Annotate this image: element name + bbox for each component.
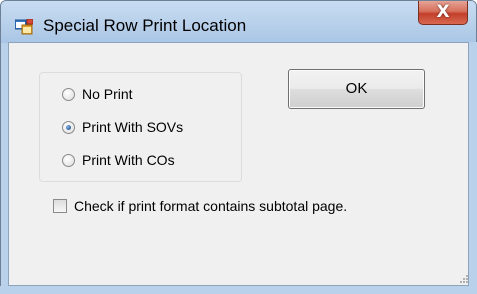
radio-label: Print With SOVs — [82, 119, 184, 135]
window-title: Special Row Print Location — [43, 16, 247, 35]
radio-option-no-print[interactable]: No Print — [62, 84, 133, 104]
radio-label: Print With COs — [82, 152, 175, 168]
close-icon: X — [436, 2, 450, 22]
title-bar[interactable]: Special Row Print Location X — [1, 1, 476, 43]
dialog-client-area: No Print Print With SOVs Print With COs … — [8, 42, 469, 286]
print-location-group: No Print Print With SOVs Print With COs — [39, 72, 242, 182]
window-frame-right — [469, 42, 477, 294]
radio-option-print-with-cos[interactable]: Print With COs — [62, 150, 175, 170]
radio-button-selected[interactable] — [62, 120, 75, 134]
subtotal-checkbox-row[interactable]: Check if print format contains subtotal … — [53, 196, 347, 216]
app-window-icon — [15, 19, 33, 35]
window-frame-bottom — [0, 286, 477, 294]
resize-grip-icon[interactable] — [458, 273, 468, 283]
close-button[interactable]: X — [418, 1, 468, 25]
subtotal-checkbox-label: Check if print format contains subtotal … — [74, 198, 348, 214]
radio-label: No Print — [82, 86, 133, 102]
radio-button[interactable] — [62, 153, 75, 167]
radio-button[interactable] — [62, 87, 75, 101]
ok-button[interactable]: OK — [288, 69, 425, 109]
radio-option-print-with-sovs[interactable]: Print With SOVs — [62, 117, 183, 137]
subtotal-checkbox[interactable] — [53, 199, 67, 213]
